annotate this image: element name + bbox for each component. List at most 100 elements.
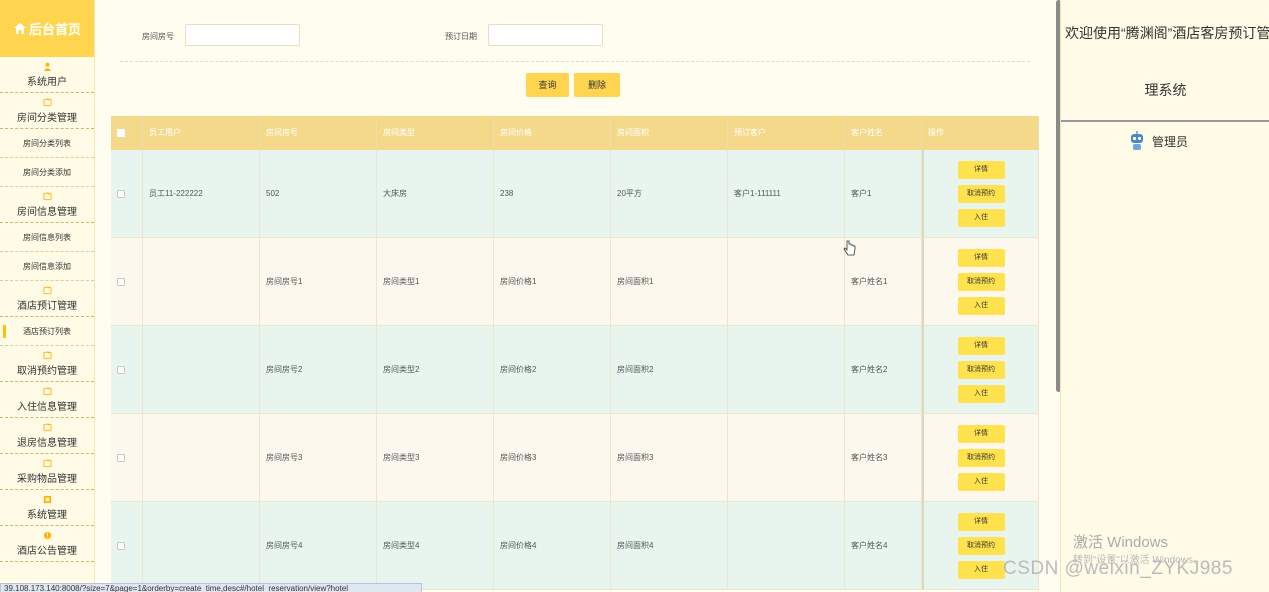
table-row: 房间房号4 房间类型4 房间价格4 房间面积4 客户姓名4 详情 取消预约 入住 [111,502,1039,590]
cancel-reservation-button[interactable]: 取消预约 [957,272,1005,291]
sidebar-group-label: 房间信息管理 [17,207,77,218]
sidebar-group-4[interactable]: 取消预约管理 [0,346,94,382]
details-button[interactable]: 详情 [957,512,1005,531]
status-url-bar: 39.108.173.140:8008/?size=7&page=1&order… [0,583,422,592]
user-icon [43,62,51,71]
cell-staff [143,502,260,590]
sidebar-group-label: 系统管理 [27,510,67,521]
sidebar-group-1[interactable]: 房间分类管理 [0,93,94,129]
check-in-button[interactable]: 入住 [957,472,1005,491]
check-in-button[interactable]: 入住 [957,296,1005,315]
select-all-checkbox[interactable] [117,128,125,137]
cancel-reservation-button[interactable]: 取消预约 [957,448,1005,467]
sidebar-subitem[interactable]: 房间分类添加 [0,158,94,187]
cell-area: 房间面积3 [611,414,728,502]
details-button[interactable]: 详情 [957,248,1005,267]
cell-name: 客户姓名3 [845,414,922,502]
date-input[interactable] [488,24,603,46]
panel-divider [1061,120,1269,122]
row-select-cell[interactable] [111,414,143,502]
sidebar-group-8[interactable]: 系统管理 [0,490,94,526]
cell-customer [728,502,845,590]
cell-staff [143,326,260,414]
cell-room_type: 房间类型4 [377,502,494,590]
cell-room_type: 房间类型3 [377,414,494,502]
cell-room_no: 502 [260,150,377,238]
cell-area: 房间面积4 [611,502,728,590]
welcome-text: 欢迎使用“腾渊阁”酒店客房预订管 [1065,25,1269,41]
cell-area: 20平方 [611,150,728,238]
row-select-cell[interactable] [111,502,143,590]
reservation-table: 员工用户 房间房号 房间类型 房间价格 房间面积 预订客户 客户姓名 操作 员工11-2222… [111,116,1039,590]
cancel-reservation-button[interactable]: 取消预约 [957,536,1005,555]
cell-price: 房间价格2 [494,326,611,414]
folder-icon [42,387,52,396]
right-panel: 欢迎使用“腾渊阁”酒店客房预订管 理系统 管理员 激活 Windows 转到“设… [1060,0,1269,592]
cancel-reservation-button[interactable]: 取消预约 [957,184,1005,203]
query-button[interactable]: 查询 [526,73,569,97]
sidebar-subitem[interactable]: 房间分类列表 [0,129,94,158]
sidebar-group-9[interactable]: 酒店公告管理 [0,526,94,562]
table-row: 房间房号1 房间类型1 房间价格1 房间面积1 客户姓名1 详情 取消预约 入住 [111,238,1039,326]
sidebar-group-6[interactable]: 退房信息管理 [0,418,94,454]
cell-staff [143,238,260,326]
details-button[interactable]: 详情 [957,424,1005,443]
row-select-cell[interactable] [111,150,143,238]
cell-name: 客户姓名4 [845,502,922,590]
sidebar-subitem[interactable]: 房间信息列表 [0,223,94,252]
windows-watermark: 激活 Windows [1073,534,1169,551]
main-content: 房间房号 预订日期 查询 删除 员工用户 房间房号 房间类型 房间价格 房间面积 预订客户… [95,0,1061,592]
cell-staff [143,414,260,502]
details-button[interactable]: 详情 [957,160,1005,179]
sidebar-group-2[interactable]: 房间信息管理 [0,187,94,223]
details-button[interactable]: 详情 [957,336,1005,355]
check-in-button[interactable]: 入住 [957,208,1005,227]
sidebar-group-3[interactable]: 酒店预订管理 [0,281,94,317]
cell-price: 房间价格3 [494,414,611,502]
cell-actions: 详情 取消预约 入住 [922,238,1039,326]
home-icon [13,23,26,34]
divider [120,61,1030,62]
column-header: 房间房号 [260,116,377,150]
column-header: 客户姓名 [845,116,922,150]
row-select-cell[interactable] [111,326,143,414]
cancel-reservation-button[interactable]: 取消预约 [957,360,1005,379]
folder-icon [42,98,52,107]
folder-icon [42,423,52,432]
sidebar-group-label: 酒店公告管理 [17,546,77,557]
check-in-button[interactable]: 入住 [957,560,1005,579]
sidebar-group-label: 系统用户 [27,77,67,88]
sidebar-group-label: 采购物品管理 [17,474,77,485]
sidebar-subitem[interactable]: 酒店预订列表 [0,317,94,346]
row-select-cell[interactable] [111,238,143,326]
sidebar-group-7[interactable]: 采购物品管理 [0,454,94,490]
row-checkbox[interactable] [117,189,125,198]
cell-customer [728,414,845,502]
cell-area: 房间面积2 [611,326,728,414]
cell-actions: 详情 取消预约 入住 [922,150,1039,238]
hand-cursor-icon [843,240,856,256]
row-checkbox[interactable] [117,365,125,374]
cell-price: 238 [494,150,611,238]
cell-room_type: 房间类型1 [377,238,494,326]
settings-icon [43,495,51,504]
room-no-input[interactable] [185,24,300,46]
header-select-all[interactable] [111,116,143,150]
sidebar-group-5[interactable]: 入住信息管理 [0,382,94,418]
cell-price: 房间价格4 [494,502,611,590]
delete-button[interactable]: 删除 [574,73,620,97]
home-link[interactable]: 后台首页 [0,0,94,57]
cell-customer: 客户1-111111 [728,150,845,238]
welcome-text-2: 理系统 [1144,82,1187,98]
row-checkbox[interactable] [117,277,125,286]
sidebar-subitem[interactable]: 房间信息添加 [0,252,94,281]
row-checkbox[interactable] [117,453,125,462]
row-checkbox[interactable] [117,541,125,550]
column-header: 预订客户 [728,116,845,150]
sidebar-group-label: 入住信息管理 [17,402,77,413]
column-header: 操作 [922,116,1039,150]
check-in-button[interactable]: 入住 [957,384,1005,403]
sidebar-group-0[interactable]: 系统用户 [0,57,94,93]
cell-customer [728,326,845,414]
cell-actions: 详情 取消预约 入住 [922,326,1039,414]
